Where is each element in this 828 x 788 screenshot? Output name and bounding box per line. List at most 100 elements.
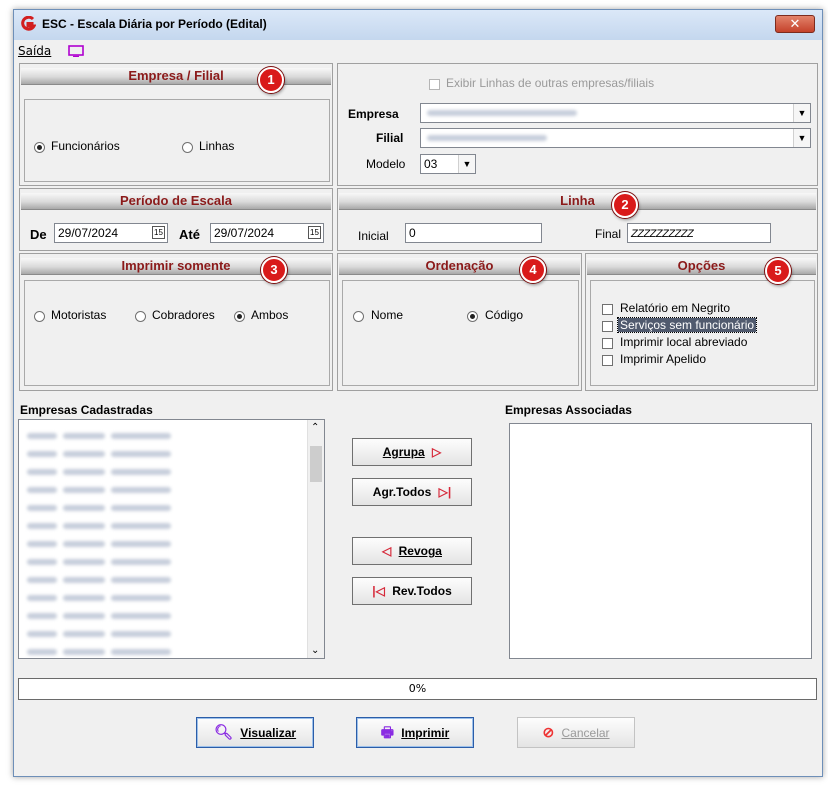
progress-bar: 0% — [18, 678, 817, 700]
badge-5: 5 — [765, 258, 791, 284]
empresa-filial-panel: Empresa / Filial Funcionários Linhas — [19, 63, 333, 186]
progress-text: 0% — [408, 682, 427, 695]
empresas-cadastradas-list[interactable]: ⌃ ⌄ — [18, 419, 325, 659]
linha-inicial-field[interactable]: 0 — [405, 223, 542, 243]
agr-todos-button[interactable]: Agr.Todos ▷| — [352, 478, 472, 506]
cancel-icon: ⊘ — [542, 724, 555, 740]
arrow-right-bar-icon: ▷| — [438, 485, 452, 499]
servicos-sem-funcionario-label: Serviços sem funcionário — [616, 317, 758, 333]
opcoes-group: Relatório em Negrito Serviços sem funcio… — [590, 280, 815, 386]
relatorio-negrito-label: Relatório em Negrito — [620, 301, 731, 315]
linha-final-field[interactable]: ZZZZZZZZZZ — [627, 223, 771, 243]
visualizar-button[interactable]: 🔍︎ Visualizar — [196, 717, 314, 748]
badge-2: 2 — [612, 192, 638, 218]
revoga-label: Revoga — [398, 544, 442, 558]
radio-ambos-label: Ambos — [251, 308, 289, 322]
magnifier-icon: 🔍︎ — [213, 724, 233, 741]
report-window: ESC - Escala Diária por Período (Edital)… — [13, 9, 823, 777]
linha-header: Linha — [339, 193, 816, 210]
cancelar-button[interactable]: ⊘ Cancelar — [517, 717, 635, 748]
radio-codigo-label: Código — [485, 308, 524, 322]
imprimir-local-abreviado-label: Imprimir local abreviado — [620, 335, 748, 349]
data-fim-field[interactable]: 29/07/2024 15 — [210, 223, 324, 243]
chevron-down-icon[interactable]: ▼ — [793, 129, 810, 147]
exibir-linhas-label: Exibir Linhas de outras empresas/filiais — [446, 76, 655, 90]
window-title: ESC - Escala Diária por Período (Edital) — [42, 17, 267, 31]
empresa-select[interactable]: ▼ — [420, 103, 811, 123]
badge-4: 4 — [520, 257, 546, 283]
radio-codigo[interactable] — [467, 311, 478, 322]
empresas-cadastradas-label: Empresas Cadastradas — [20, 403, 153, 417]
imprimir-apelido-checkbox[interactable] — [602, 355, 613, 366]
empresas-associadas-label: Empresas Associadas — [505, 403, 632, 417]
calendar-icon[interactable]: 15 — [152, 226, 165, 239]
arrow-right-icon: ▷ — [432, 445, 442, 459]
cancelar-label: Cancelar — [561, 726, 610, 740]
exibir-linhas-checkbox[interactable] — [429, 79, 440, 90]
filial-select[interactable]: ▼ — [420, 128, 811, 148]
ate-label: Até — [179, 227, 200, 242]
app-logo-icon — [21, 16, 36, 31]
empresas-associadas-list[interactable] — [509, 423, 812, 659]
relatorio-negrito-checkbox[interactable] — [602, 304, 613, 315]
imprimir-apelido-label: Imprimir Apelido — [620, 352, 707, 366]
badge-3: 3 — [261, 257, 287, 283]
radio-nome[interactable] — [353, 311, 364, 322]
empresa-selecao-panel: Exibir Linhas de outras empresas/filiais… — [337, 63, 818, 186]
empresa-label: Empresa — [348, 107, 399, 121]
inicial-label: Inicial — [358, 229, 389, 243]
monitor-icon[interactable] — [68, 45, 84, 57]
revoga-button[interactable]: ◁ Revoga — [352, 537, 472, 565]
imprimir-local-abreviado-checkbox[interactable] — [602, 338, 613, 349]
linha-inicial-value: 0 — [409, 226, 416, 240]
modelo-label: Modelo — [366, 157, 406, 171]
chevron-down-icon[interactable]: ⌄ — [311, 645, 319, 656]
radio-motoristas[interactable] — [34, 311, 45, 322]
chevron-up-icon[interactable]: ⌃ — [311, 422, 319, 433]
modelo-value: 03 — [424, 157, 438, 171]
rev-todos-label: Rev.Todos — [392, 584, 452, 598]
imprimir-label: Imprimir — [401, 726, 450, 740]
radio-funcionarios-label: Funcionários — [51, 139, 120, 153]
data-fim-value: 29/07/2024 — [214, 226, 275, 240]
final-label: Final — [595, 227, 622, 241]
menu-saida[interactable]: Saída — [18, 44, 51, 58]
scroll-thumb[interactable] — [310, 446, 322, 482]
agrupa-button[interactable]: Agrupa ▷ — [352, 438, 472, 466]
badge-1: 1 — [258, 67, 284, 93]
calendar-icon[interactable]: 15 — [308, 226, 321, 239]
list-scrollbar[interactable]: ⌃ ⌄ — [307, 420, 324, 658]
modelo-select[interactable]: 03 ▼ — [420, 154, 476, 174]
imprimir-button[interactable]: 🖶 Imprimir — [356, 717, 474, 748]
arrow-left-icon: ◁ — [382, 544, 392, 558]
menu-bar: Saída — [14, 40, 822, 62]
data-inicio-field[interactable]: 29/07/2024 15 — [54, 223, 168, 243]
radio-cobradores-label: Cobradores — [152, 308, 215, 322]
filial-label: Filial — [376, 131, 404, 145]
agr-todos-label: Agr.Todos — [372, 485, 432, 499]
radio-ambos[interactable] — [234, 311, 245, 322]
servicos-sem-funcionario-checkbox[interactable] — [602, 321, 613, 332]
printer-icon: 🖶 — [380, 724, 394, 740]
radio-cobradores[interactable] — [135, 311, 146, 322]
close-button[interactable]: ✕ — [775, 15, 815, 33]
arrow-left-bar-icon: |◁ — [372, 584, 385, 598]
tipo-group: Funcionários Linhas — [24, 99, 330, 182]
radio-linhas-label: Linhas — [199, 139, 235, 153]
linha-final-value: ZZZZZZZZZZ — [631, 228, 694, 240]
linha-panel: Linha Inicial 0 Final ZZZZZZZZZZ — [337, 188, 818, 251]
radio-motoristas-label: Motoristas — [51, 308, 107, 322]
chevron-down-icon[interactable]: ▼ — [793, 104, 810, 122]
chevron-down-icon[interactable]: ▼ — [458, 155, 475, 173]
empresa-filial-header: Empresa / Filial — [21, 68, 331, 85]
agrupa-label: Agrupa — [382, 445, 425, 459]
de-label: De — [30, 227, 47, 242]
visualizar-label: Visualizar — [240, 726, 297, 740]
title-bar: ESC - Escala Diária por Período (Edital)… — [14, 10, 822, 40]
radio-linhas[interactable] — [182, 142, 193, 153]
periodo-panel: Período de Escala De 29/07/2024 15 Até 2… — [19, 188, 333, 251]
radio-nome-label: Nome — [371, 308, 404, 322]
imprimir-group: Motoristas Cobradores Ambos — [24, 280, 330, 386]
rev-todos-button[interactable]: |◁ Rev.Todos — [352, 577, 472, 605]
radio-funcionarios[interactable] — [34, 142, 45, 153]
